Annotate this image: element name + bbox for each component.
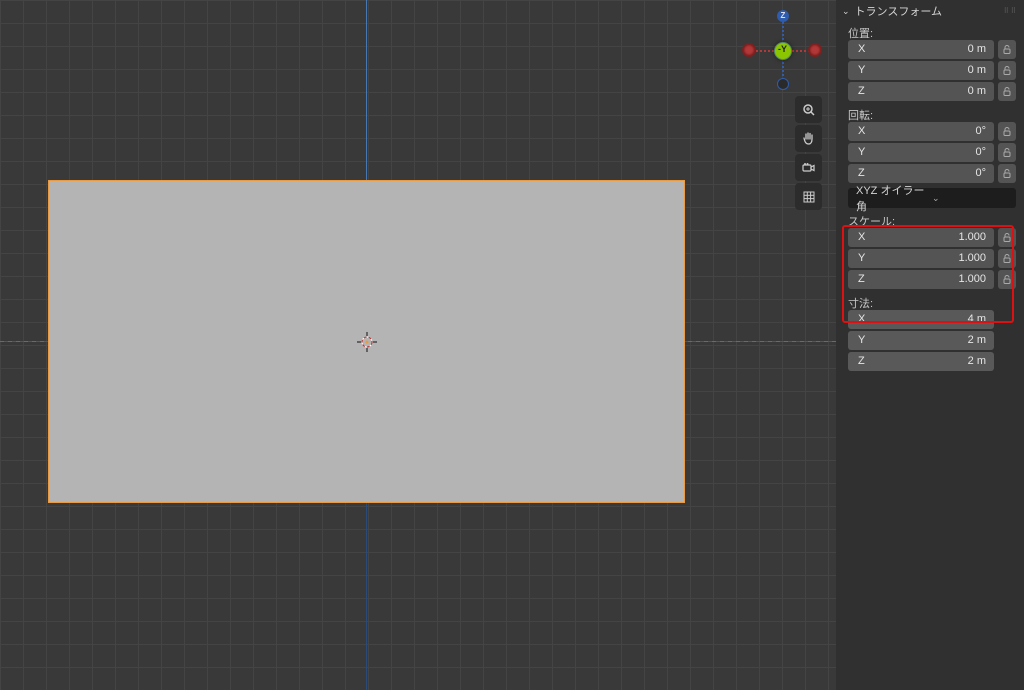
- gizmo-z-line-bottom: [782, 58, 784, 80]
- gizmo-y[interactable]: [774, 42, 792, 60]
- dimensions-z-field[interactable]: Z2 m: [848, 352, 994, 371]
- chevron-down-icon: ⌄: [842, 6, 850, 17]
- scale-section: スケール: X1.000 Y1.000 Z1.000: [836, 210, 1024, 292]
- gizmo-z-line-top: [782, 22, 784, 44]
- rotation-y-field[interactable]: Y0°: [848, 143, 994, 162]
- scale-label: スケール:: [848, 210, 1016, 227]
- rotation-x-lock[interactable]: [998, 122, 1016, 141]
- scale-y-field[interactable]: Y1.000: [848, 249, 994, 268]
- rotation-mode-dropdown[interactable]: XYZ オイラー角 ⌄: [848, 188, 1016, 208]
- pan-button[interactable]: [795, 125, 822, 152]
- location-y-lock[interactable]: [998, 61, 1016, 80]
- drag-handle-icon[interactable]: ⠿⠿: [1004, 7, 1018, 15]
- location-section: 位置: X0 m Y0 m Z0 m: [836, 22, 1024, 104]
- view-toolbar: [795, 96, 822, 210]
- rotation-mode-value: XYZ オイラー角: [856, 182, 932, 214]
- dimensions-y-field[interactable]: Y2 m: [848, 331, 994, 350]
- location-y-field[interactable]: Y0 m: [848, 61, 994, 80]
- gizmo-z-neg[interactable]: [777, 78, 789, 90]
- scale-z-field[interactable]: Z1.000: [848, 270, 994, 289]
- location-z-field[interactable]: Z0 m: [848, 82, 994, 101]
- transform-panel: ⌄ トランスフォーム ⠿⠿ 位置: X0 m Y0 m Z0 m 回転: X0°…: [836, 0, 1024, 690]
- viewport-3d[interactable]: Z -Y: [0, 0, 836, 690]
- rotation-label: 回転:: [848, 104, 1016, 121]
- gizmo-x-neg[interactable]: [742, 43, 756, 57]
- scale-y-lock[interactable]: [998, 249, 1016, 268]
- panel-title: トランスフォーム: [855, 3, 999, 19]
- dimensions-section: 寸法: X4 m Y2 m Z2 m: [836, 292, 1024, 374]
- scale-x-lock[interactable]: [998, 228, 1016, 247]
- rotation-x-field[interactable]: X0°: [848, 122, 994, 141]
- cursor-3d: [357, 332, 377, 352]
- scale-x-field[interactable]: X1.000: [848, 228, 994, 247]
- location-x-field[interactable]: X0 m: [848, 40, 994, 59]
- scale-z-lock[interactable]: [998, 270, 1016, 289]
- perspective-button[interactable]: [795, 183, 822, 210]
- location-x-lock[interactable]: [998, 40, 1016, 59]
- dimensions-x-field[interactable]: X4 m: [848, 310, 994, 329]
- panel-header[interactable]: ⌄ トランスフォーム ⠿⠿: [836, 0, 1024, 22]
- rotation-z-lock[interactable]: [998, 164, 1016, 183]
- rotation-section: 回転: X0° Y0° Z0°: [836, 104, 1024, 186]
- zoom-button[interactable]: [795, 96, 822, 123]
- camera-button[interactable]: [795, 154, 822, 181]
- chevron-down-icon: ⌄: [932, 193, 1008, 204]
- location-z-lock[interactable]: [998, 82, 1016, 101]
- rotation-y-lock[interactable]: [998, 143, 1016, 162]
- location-label: 位置:: [848, 22, 1016, 39]
- rotation-z-field[interactable]: Z0°: [848, 164, 994, 183]
- gizmo-x-pos[interactable]: [808, 43, 822, 57]
- orientation-gizmo[interactable]: Z -Y: [742, 10, 822, 90]
- gizmo-z-pos[interactable]: Z: [777, 10, 789, 22]
- dimensions-label: 寸法:: [848, 292, 1016, 309]
